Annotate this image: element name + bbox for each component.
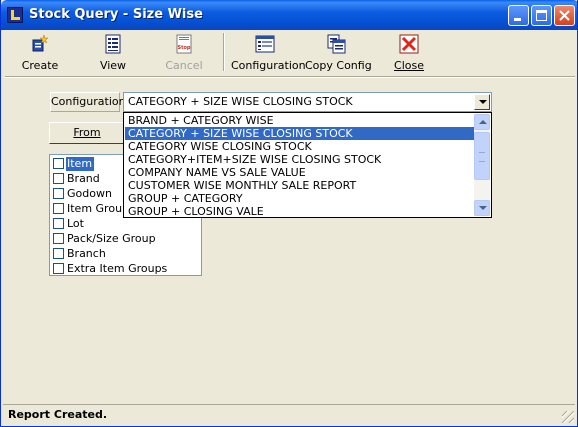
maximize-button[interactable] [531,5,552,26]
status-bar: Report Created. [3,404,575,424]
maximize-icon [536,10,547,21]
close-button[interactable]: Close [389,32,429,74]
minimize-button[interactable] [508,5,529,26]
configuration-icon [255,35,275,53]
status-message: Report Created. [8,408,108,421]
dropdown-scrollbar[interactable] [474,114,490,216]
toolbar-separator [223,33,225,71]
checkbox[interactable] [53,173,64,184]
stop-badge-text: Stop [177,45,190,51]
group-item-label: Item Group [67,202,130,215]
create-icon [32,34,49,52]
group-item-lot[interactable]: Lot [51,216,200,231]
group-item-extra-item-groups[interactable]: Extra Item Groups [51,261,200,276]
configuration-button[interactable]: Configuration [231,32,306,74]
checkbox[interactable] [53,248,64,259]
checkbox[interactable] [53,218,64,229]
checkbox[interactable] [53,263,64,274]
create-label: Create [21,59,59,72]
dropdown-option[interactable]: CUSTOMER WISE MONTHLY SALE REPORT [125,179,475,192]
dropdown-option[interactable]: BRAND + CATEGORY WISE [125,114,475,127]
scroll-thumb[interactable] [474,132,490,180]
dropdown-option[interactable]: GROUP + CLOSING VALE [125,205,475,218]
group-item-label: Item [66,157,95,171]
dropdown-arrow-icon[interactable] [474,94,490,110]
group-item-label: Extra Item Groups [67,262,168,275]
group-item-label: Godown [67,187,112,200]
cancel-label: Cancel [165,59,203,72]
configuration-field-label: Configuration [50,92,126,112]
group-item-label: Pack/Size Group [67,232,156,245]
copy-config-label: Copy Config [305,59,372,72]
cancel-button[interactable]: Stop Cancel [161,32,207,74]
close-x-icon [399,34,419,54]
dropdown-option[interactable]: CATEGORY WISE CLOSING STOCK [125,140,475,153]
stop-icon: Stop [176,34,192,54]
view-icon [105,34,121,54]
create-button[interactable]: Create [15,32,65,74]
view-button[interactable]: View [93,32,133,74]
dropdown-option[interactable]: CATEGORY+ITEM+SIZE WISE CLOSING STOCK [125,153,475,166]
dropdown-option-selected[interactable]: CATEGORY + SIZE WISE CLOSING STOCK [125,127,475,140]
title-bar[interactable]: Stock Query - Size Wise [1,0,577,30]
main-window: Stock Query - Size Wise Create View Stop… [0,0,578,427]
configuration-selected-value: CATEGORY + SIZE WISE CLOSING STOCK [128,95,353,108]
toolbar-divider [5,76,575,78]
configuration-label: Configuration [231,59,306,72]
minimize-icon [514,18,521,21]
from-button[interactable]: From [49,122,125,144]
close-label: Close [394,59,424,72]
group-item-branch[interactable]: Branch [51,246,200,261]
view-label: View [99,59,127,72]
checkbox[interactable] [53,233,64,244]
copy-config-icon [327,34,346,54]
resize-grip-icon[interactable] [562,411,574,423]
group-item-label: Branch [67,247,106,260]
group-item-pack-size-group[interactable]: Pack/Size Group [51,231,200,246]
group-item-label: Brand [67,172,100,185]
scroll-up-icon[interactable] [474,114,490,130]
dropdown-option[interactable]: COMPANY NAME VS SALE VALUE [125,166,475,179]
toolbar: Create View Stop Cancel Configuration Co… [1,30,577,76]
checkbox[interactable] [53,203,64,214]
app-icon [7,7,23,23]
configuration-dropdown-list: BRAND + CATEGORY WISE CATEGORY + SIZE WI… [123,112,492,218]
copy-config-button[interactable]: Copy Config [305,32,372,74]
checkbox[interactable] [53,158,64,169]
close-window-button[interactable] [554,5,575,26]
configuration-combobox[interactable]: CATEGORY + SIZE WISE CLOSING STOCK [123,92,492,112]
group-item-label: Lot [67,217,84,230]
close-icon [559,10,570,21]
checkbox[interactable] [53,188,64,199]
scroll-down-icon[interactable] [474,200,490,216]
window-title: Stock Query - Size Wise [29,7,203,22]
dropdown-option[interactable]: GROUP + CATEGORY [125,192,475,205]
